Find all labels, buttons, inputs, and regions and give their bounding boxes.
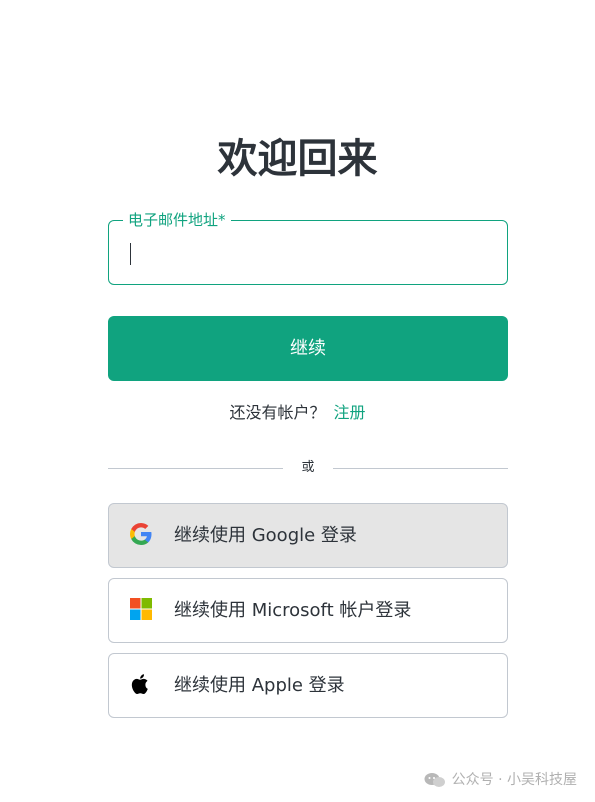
divider-line-right [333,468,508,469]
email-input[interactable] [121,233,491,273]
divider-line-left [108,468,283,469]
page-title: 欢迎回来 [217,136,378,182]
microsoft-icon [130,598,152,620]
signup-link[interactable]: 注册 [334,403,366,422]
apple-icon [131,674,148,695]
email-field-label: 电子邮件地址* [123,209,231,231]
email-field[interactable]: 电子邮件地址* [108,209,508,285]
microsoft-login-button[interactable]: 继续使用 Microsoft 帐户登录 [108,578,508,643]
google-login-label: 继续使用 Google 登录 [174,525,357,546]
apple-login-button[interactable]: 继续使用 Apple 登录 [108,653,508,718]
signup-row: 还没有帐户？ 注册 [0,401,595,425]
text-caret [130,243,131,265]
google-login-button[interactable]: 继续使用 Google 登录 [108,503,508,568]
watermark-text: 公众号 · 小吴科技屋 [451,772,577,788]
wechat-icon [424,773,445,787]
signup-prompt: 还没有帐户？ [229,403,326,422]
watermark: 公众号 · 小吴科技屋 [424,770,577,790]
microsoft-login-label: 继续使用 Microsoft 帐户登录 [174,600,412,621]
google-icon [130,523,152,545]
apple-login-label: 继续使用 Apple 登录 [174,675,345,696]
divider-text: 或 [301,460,315,475]
login-page: 欢迎回来 电子邮件地址* 继续 还没有帐户？ 注册 或 继续使用 Google 登… [0,0,595,802]
continue-button[interactable]: 继续 [108,316,508,381]
